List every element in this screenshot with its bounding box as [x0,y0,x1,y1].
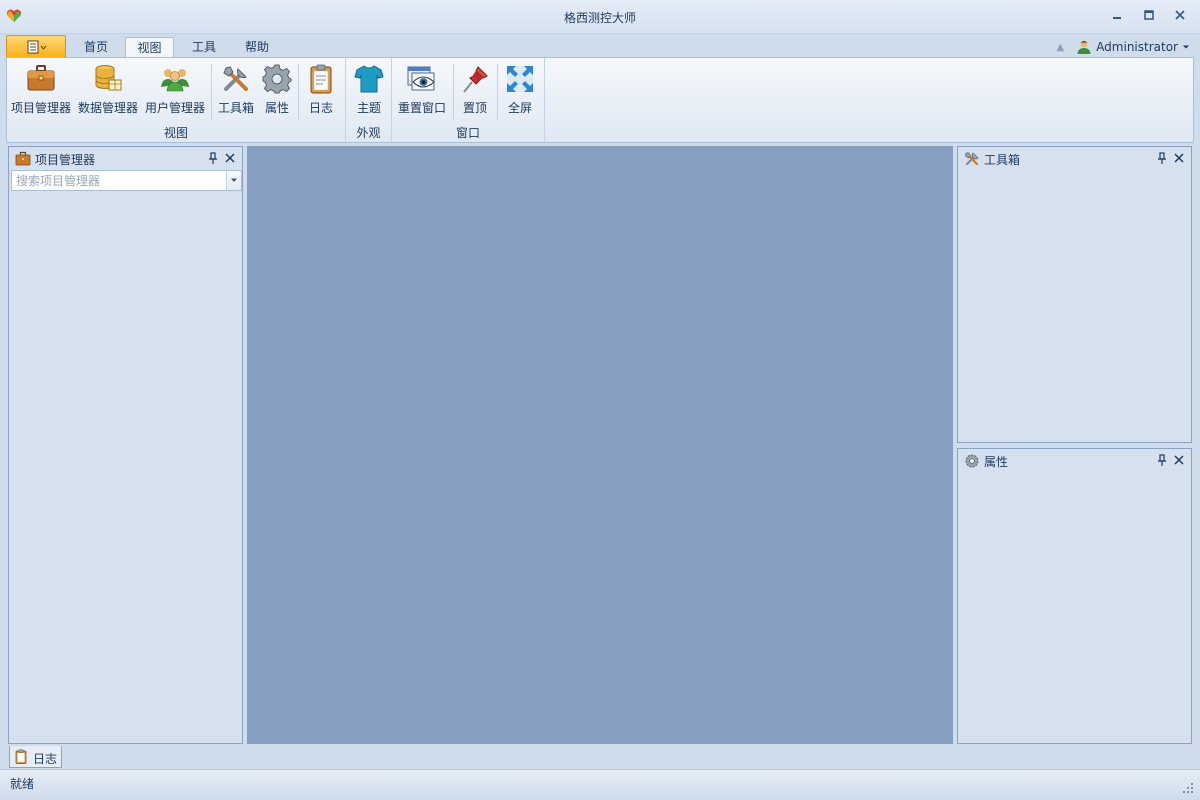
window-title: 格西测控大师 [563,11,636,25]
tab-home[interactable]: 首页 [72,37,120,58]
ribbon-group-label: 外观 [356,126,381,140]
search-dropdown-button[interactable] [226,171,241,190]
project-manager-panel: 项目管理器 [8,146,243,744]
window-eye-icon [407,66,435,91]
user-manager-label: 用户管理器 [144,101,205,115]
panel-header: 属性 [958,449,1191,471]
app-menu-button[interactable] [6,35,66,58]
panel-title: 工具箱 [984,153,1021,167]
fullscreen-label: 全屏 [507,101,532,115]
search-input[interactable] [12,171,226,190]
user-name: Administrator [1096,40,1178,54]
panel-title: 项目管理器 [35,153,96,167]
ribbon-separator [211,64,212,120]
fullscreen-icon [507,66,533,92]
status-text: 就绪 [10,777,35,791]
project-manager-label: 项目管理器 [10,101,71,115]
ribbon-group-appearance: 主题 外观 [346,58,392,142]
restore-button[interactable] [1138,6,1160,24]
reset-window-button[interactable]: 重置窗口 [394,61,450,117]
chevron-down-icon [1183,45,1189,49]
tab-view[interactable]: 视图 [125,37,174,58]
user-menu[interactable]: ▲ Administrator [1056,37,1190,57]
document-workspace[interactable] [247,146,953,744]
briefcase-icon [27,65,55,91]
pin-top-label: 置顶 [462,101,487,115]
toolbox-label: 工具箱 [217,101,254,115]
close-window-button[interactable] [1169,6,1191,24]
resize-grip-icon[interactable] [1182,782,1194,794]
tools-icon [223,66,248,91]
tshirt-icon [354,65,384,93]
title-bar: 格西测控大师 [0,0,1200,34]
data-manager-label: 数据管理器 [77,101,138,115]
ribbon-collapse-icon[interactable]: ▲ [1056,42,1064,53]
chevron-down-icon [231,178,237,182]
pin-icon[interactable] [1157,151,1167,165]
user-icon [1077,40,1091,54]
close-icon[interactable] [1173,152,1185,164]
data-manager-button[interactable]: 数据管理器 [76,61,140,117]
search-combo[interactable] [11,170,242,191]
clipboard-icon [15,749,27,764]
close-icon[interactable] [1173,454,1185,466]
gear-icon [965,454,979,468]
toolbox-panel: 工具箱 [957,146,1192,443]
gear-icon [262,64,292,94]
status-bar: 就绪 [0,769,1200,800]
reset-window-label: 重置窗口 [397,101,446,115]
ribbon-group-window: 重置窗口 置顶 全屏 窗口 [392,58,545,142]
log-label: 日志 [308,101,333,115]
close-icon [1175,10,1185,20]
tools-icon [965,152,979,166]
toolbox-button[interactable]: 工具箱 [214,61,258,117]
tab-tools[interactable]: 工具 [180,37,228,58]
user-manager-button[interactable]: 用户管理器 [143,61,207,117]
log-dock-label: 日志 [33,752,58,766]
document-menu-icon [27,40,47,54]
ribbon-group-label: 视图 [163,126,188,140]
pin-icon[interactable] [1157,453,1167,467]
pin-top-button[interactable]: 置顶 [456,61,494,117]
ribbon-group-view: 项目管理器 数据管理器 用户管理器 工具箱 属性 日志 视图 [7,58,346,142]
panel-title: 属性 [984,455,1009,469]
panel-header: 工具箱 [958,147,1191,169]
ribbon-group-label: 窗口 [455,126,480,140]
project-manager-button[interactable]: 项目管理器 [9,61,73,117]
pushpin-icon [463,66,488,93]
log-dock-tab[interactable]: 日志 [9,746,62,768]
ribbon-separator [453,64,454,120]
ribbon-separator [497,64,498,120]
log-button[interactable]: 日志 [301,61,341,117]
close-icon[interactable] [224,152,236,164]
clipboard-icon [310,64,332,94]
properties-label: 属性 [264,101,289,115]
minimize-icon [1113,17,1121,19]
minimize-button[interactable] [1106,6,1128,24]
restore-icon [1144,10,1154,20]
briefcase-icon [15,151,31,166]
properties-panel: 属性 [957,448,1192,744]
panel-header: 项目管理器 [9,147,242,169]
ribbon-tab-bar: 首页 视图 工具 帮助 ▲ Administrator [0,34,1200,58]
pin-icon[interactable] [208,151,218,165]
theme-button[interactable]: 主题 [348,61,390,117]
fullscreen-button[interactable]: 全屏 [500,61,540,117]
database-icon [95,65,122,91]
properties-button[interactable]: 属性 [258,61,296,117]
ribbon-separator [298,64,299,120]
tab-help[interactable]: 帮助 [233,37,281,58]
users-icon [161,69,189,92]
theme-label: 主题 [356,101,381,115]
ribbon: 项目管理器 数据管理器 用户管理器 工具箱 属性 日志 视图 主题 外观 重置窗… [6,57,1194,143]
